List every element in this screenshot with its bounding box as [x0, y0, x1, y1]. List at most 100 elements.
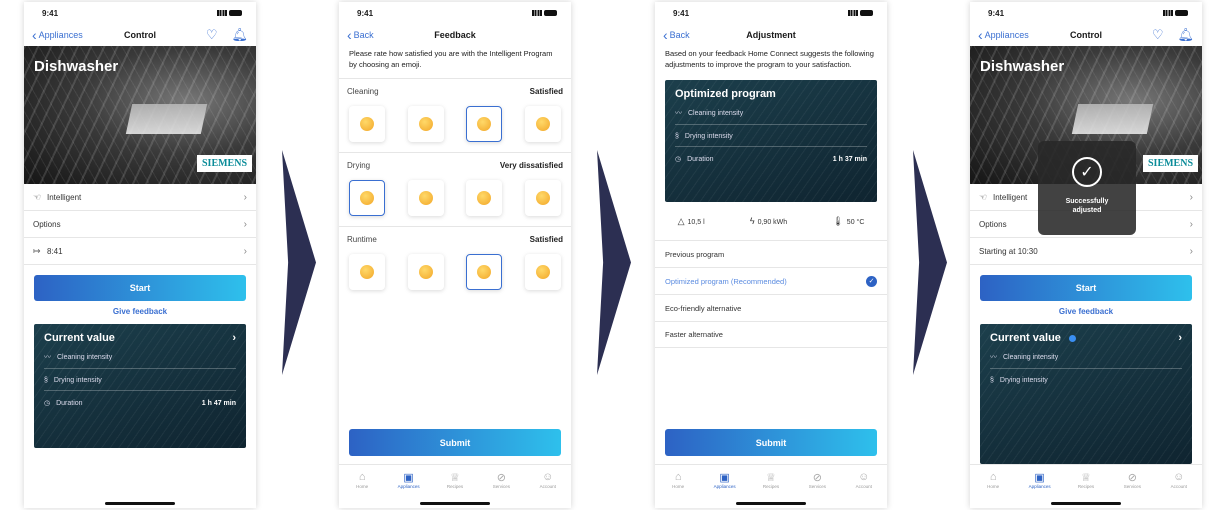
back-button[interactable]: ‹ Back: [663, 26, 690, 43]
current-value-card[interactable]: Current value › 〰 Cleaning intensity § Dryi…: [34, 324, 246, 448]
tab-home[interactable]: ⌂ Home: [345, 471, 379, 508]
status-bar: 9:41: [970, 2, 1202, 24]
temperature-stat: 🌡︎ 50 °C: [832, 215, 865, 226]
appliance-hero-image: Dishwasher SIEMENS: [24, 46, 256, 184]
start-button[interactable]: Start: [34, 275, 246, 301]
emoji-satisfied[interactable]: [466, 254, 503, 290]
back-button[interactable]: ‹ Back: [347, 28, 374, 42]
heart-icon[interactable]: ♡: [206, 27, 218, 43]
emoji-very-satisfied[interactable]: [525, 180, 561, 216]
brand-logo: SIEMENS: [196, 155, 252, 172]
flow-arrow: [597, 150, 631, 375]
services-icon: ⊘: [496, 472, 506, 484]
back-button[interactable]: ‹ Appliances: [32, 26, 83, 43]
emoji-satisfied[interactable]: [466, 106, 503, 142]
home-icon: ⌂: [674, 471, 682, 483]
appliance-title: Dishwasher: [34, 58, 119, 75]
runtime-rating: Runtime Satisfied: [339, 226, 571, 300]
chevron-right-icon: ›: [243, 245, 247, 257]
give-feedback-link[interactable]: Give feedback: [24, 307, 256, 316]
signal-battery-icon: [217, 10, 242, 16]
emoji-satisfied[interactable]: [466, 180, 502, 216]
previous-program-option[interactable]: Previous program: [655, 240, 887, 267]
faster-option[interactable]: Faster alternative: [655, 321, 887, 348]
back-button[interactable]: ‹ Appliances: [978, 28, 1029, 42]
account-icon: ☺: [1173, 471, 1185, 483]
adjustment-intro: Based on your feedback Home Connect sugg…: [665, 49, 874, 69]
status-time: 9:41: [42, 8, 59, 18]
cleaning-intensity-item: 〰 Cleaning intensity: [675, 100, 867, 125]
status-bar: 9:41: [24, 2, 256, 24]
give-feedback-link[interactable]: Give feedback: [970, 307, 1202, 316]
appliance-title: Dishwasher: [980, 58, 1065, 75]
current-value-card[interactable]: Current value › 〰 Cleaning intensity § Dryi…: [980, 324, 1192, 464]
signal-battery-icon: [532, 10, 557, 16]
emoji-very-dissatisfied[interactable]: [349, 106, 385, 142]
emoji-dissatisfied[interactable]: [408, 106, 444, 142]
chevron-right-icon: ›: [1189, 245, 1193, 257]
chevron-left-icon: ‹: [32, 26, 37, 43]
bell-icon[interactable]: 🔔︎: [231, 27, 248, 43]
appliance-icon: ▣: [719, 472, 730, 484]
drying-intensity-item: § Drying intensity: [990, 377, 1048, 384]
chevron-right-icon: ›: [1178, 332, 1182, 344]
status-time: 9:41: [673, 8, 690, 18]
optimized-program-option[interactable]: Optimized program (Recommended) ✓: [655, 267, 887, 294]
info-dot-icon: [1068, 334, 1076, 342]
options-row[interactable]: Options ›: [24, 211, 256, 238]
program-row[interactable]: ☜ Intelligent ›: [24, 184, 256, 211]
flow-arrow: [282, 150, 316, 375]
thermometer-icon: 🌡︎: [832, 215, 844, 226]
chevron-left-icon: ‹: [663, 26, 668, 43]
brand-logo: SIEMENS: [1142, 155, 1198, 172]
submit-button[interactable]: Submit: [665, 429, 877, 456]
emoji-dissatisfied[interactable]: [408, 180, 444, 216]
water-stat: △ 10,5 l: [677, 215, 705, 226]
start-button[interactable]: Start: [980, 275, 1192, 301]
eco-friendly-option[interactable]: Eco-friendly alternative: [655, 294, 887, 321]
emoji-dissatisfied[interactable]: [408, 254, 444, 290]
heart-icon[interactable]: ♡: [1152, 27, 1164, 43]
home-indicator: [420, 502, 490, 505]
feedback-screen: 9:41 ‹ Back Feedback Please rate how sati…: [339, 2, 571, 508]
checkmark-icon: ✓: [866, 275, 877, 287]
tab-home[interactable]: ⌂ Home: [661, 471, 695, 508]
appliance-icon: ▣: [1034, 472, 1045, 484]
account-icon: ☺: [858, 471, 870, 483]
status-bar: 9:41: [655, 2, 887, 24]
nav-bar: ‹ Back Adjustment: [655, 24, 887, 46]
optimized-program-card: Optimized program 〰 Cleaning intensity § D…: [665, 80, 877, 202]
tab-account[interactable]: ☺ Account: [531, 471, 565, 508]
drying-icon: §: [990, 377, 994, 384]
toast-message: Successfully adjusted: [1065, 198, 1109, 214]
card-title: Current value: [990, 332, 1061, 344]
account-icon: ☺: [542, 471, 554, 483]
chef-hat-icon: ♕: [450, 472, 460, 484]
tab-home[interactable]: ⌂ Home: [976, 471, 1010, 508]
duration-item: ◷ Duration 1 h 47 min: [44, 399, 236, 408]
lightning-icon: ϟ: [749, 216, 755, 226]
signal-battery-icon: [848, 10, 873, 16]
chevron-right-icon: ›: [1189, 191, 1193, 203]
home-indicator: [1051, 502, 1121, 505]
timer-icon: ↦: [33, 245, 41, 256]
tab-account[interactable]: ☺ Account: [1162, 471, 1196, 508]
start-time-row[interactable]: ↦ 8:41 ›: [24, 238, 256, 265]
bell-icon[interactable]: 🔔︎: [1177, 27, 1194, 43]
status-time: 9:41: [988, 8, 1005, 18]
success-toast: ✓ Successfully adjusted: [1038, 141, 1136, 235]
emoji-very-satisfied[interactable]: [525, 106, 561, 142]
emoji-very-dissatisfied[interactable]: [349, 180, 385, 216]
home-indicator: [105, 502, 175, 505]
tab-account[interactable]: ☺ Account: [847, 471, 881, 508]
emoji-very-satisfied[interactable]: [525, 254, 561, 290]
start-time-row[interactable]: Starting at 10:30 ›: [970, 238, 1202, 265]
chevron-right-icon: ›: [243, 191, 247, 203]
checkmark-circle-icon: ✓: [1072, 157, 1102, 187]
emoji-very-dissatisfied[interactable]: [349, 254, 385, 290]
drying-intensity-item: § Drying intensity: [44, 369, 236, 391]
submit-button[interactable]: Submit: [349, 429, 561, 456]
services-icon: ⊘: [812, 472, 822, 484]
drying-icon: §: [44, 377, 48, 384]
appliance-icon: ▣: [403, 472, 414, 484]
